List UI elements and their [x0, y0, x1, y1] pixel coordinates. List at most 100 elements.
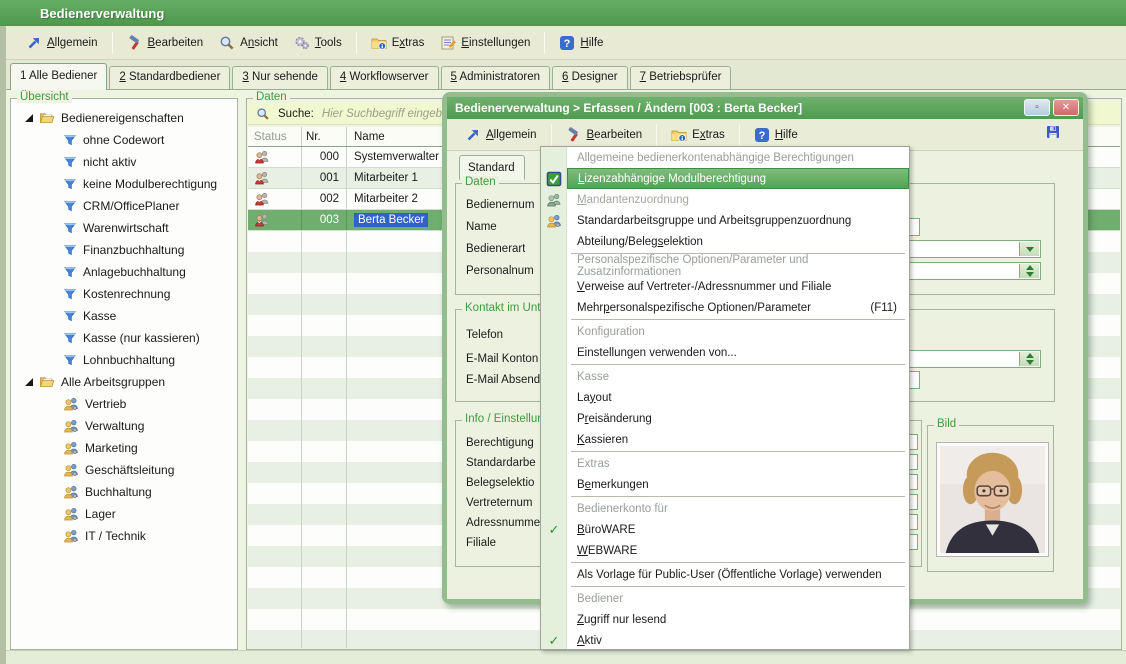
filter-icon [63, 309, 77, 323]
menu-item-allgemein[interactable]: Allgemein [18, 31, 106, 55]
menu-item-als-vorlage-public-user[interactable]: Als Vorlage für Public-User (Öffentliche… [541, 564, 909, 585]
tab-workflowserver[interactable]: 4 Workflowserver [330, 66, 439, 89]
spinner-buttons[interactable] [1019, 352, 1039, 366]
field-label-email-absender: E-Mail Absend [466, 374, 540, 388]
user-photo [936, 442, 1049, 557]
tab-designer[interactable]: 6 Designer [552, 66, 628, 89]
spinner-buttons[interactable] [1019, 264, 1039, 278]
tree-item-bedienereigenschaften[interactable]: Bedienereigenschaften [13, 107, 235, 129]
window-titlebar: Bedienerverwaltung [0, 0, 1126, 26]
field-label-bedienernummer: Bedienernum [466, 199, 534, 213]
tree-item-kasse-nur-kassieren[interactable]: Kasse (nur kassieren) [13, 327, 235, 349]
tree-item-kostenrechnung[interactable]: Kostenrechnung [13, 283, 235, 305]
filter-icon [63, 353, 77, 367]
field-label-name: Name [466, 221, 497, 235]
tree-item-it-technik[interactable]: IT / Technik [13, 525, 235, 547]
overview-panel: Übersicht Bedienereigenschaften ohne Cod… [10, 98, 238, 650]
magnifier-icon [219, 35, 235, 51]
tab-nur-sehende[interactable]: 3 Nur sehende [232, 66, 327, 89]
tab-standardbediener[interactable]: 2 Standardbediener [109, 66, 230, 89]
menubar-divider [656, 124, 657, 146]
portrait-image [940, 446, 1045, 553]
dropdown-button[interactable] [1019, 242, 1039, 256]
users-gray-icon [546, 192, 562, 208]
column-header-status[interactable]: Status [248, 127, 302, 146]
menu-item-einstellungen-verwenden[interactable]: Einstellungen verwenden von... [541, 342, 909, 363]
tree-item-kasse[interactable]: Kasse [13, 305, 235, 327]
settings-page-icon [440, 35, 456, 51]
tree-item-warenwirtschaft[interactable]: Warenwirtschaft [13, 217, 235, 239]
menu-item-preisaenderung[interactable]: Preisänderung [541, 408, 909, 429]
tree-item-ohne-codewort[interactable]: ohne Codewort [13, 129, 235, 151]
menu-item-mehr-optionen[interactable]: Mehr personalspezifische Optionen/Parame… [541, 297, 909, 318]
group-icon [63, 506, 79, 522]
dialog-menu-hilfe[interactable]: Hilfe [746, 123, 806, 147]
menu-item-extras[interactable]: Extras [363, 31, 433, 55]
menu-section-header: Personalspezifische Optionen/Parameter u… [541, 255, 909, 276]
restore-button[interactable]: ▫ [1024, 99, 1050, 116]
menu-item-verweise-vertreter[interactable]: Verweise auf Vertreter-/Adressnummer und… [541, 276, 909, 297]
bottom-strip [6, 650, 1126, 664]
menu-item-einstellungen[interactable]: Einstellungen [432, 31, 538, 55]
folder-info-icon [671, 127, 687, 143]
chevron-down-icon [1026, 247, 1034, 252]
search-input[interactable]: Hier Suchbegriff eingeben [322, 108, 455, 120]
tab-alle-bediener[interactable]: 1 Alle Bediener [10, 63, 107, 90]
tree-item-vertrieb[interactable]: Vertrieb [13, 393, 235, 415]
menu-item-zugriff-nur-lesend[interactable]: Zugriff nur lesend [541, 609, 909, 630]
dialog-menu-extras[interactable]: Extras [663, 123, 733, 147]
tree-item-lager[interactable]: Lager [13, 503, 235, 525]
tree-item-anlagebuchhaltung[interactable]: Anlagebuchhaltung [13, 261, 235, 283]
selected-name-cell: Berta Becker [354, 213, 428, 227]
close-button[interactable]: ✕ [1053, 99, 1079, 116]
dialog-menu-bearbeiten[interactable]: Bearbeiten [558, 123, 651, 147]
tree-item-finanzbuchhaltung[interactable]: Finanzbuchhaltung [13, 239, 235, 261]
menu-item-lizenzabhaengige-modulberechtigung[interactable]: Lizenzabhängige Modulberechtigung [541, 168, 909, 189]
menu-item-standardarbeitsgruppe[interactable]: Standardarbeitsgruppe und Arbeitsgruppen… [541, 210, 909, 231]
tree-item-keine-modulberechtigung[interactable]: keine Modulberechtigung [13, 173, 235, 195]
tab-betriebspruefer[interactable]: 7 Betriebsprüfer [630, 66, 732, 89]
menu-section-header: Extras [541, 453, 909, 474]
menu-item-webware[interactable]: WEBWARE [541, 540, 909, 561]
menu-item-kassieren[interactable]: Kassieren [541, 429, 909, 450]
menu-item-abteilung-belegselektion[interactable]: Abteilung/Belegselektion [541, 231, 909, 252]
menu-item-bearbeiten[interactable]: Bearbeiten [119, 31, 212, 55]
menubar-divider [356, 32, 357, 54]
users-color-icon [546, 213, 562, 229]
tree-item-buchhaltung[interactable]: Buchhaltung [13, 481, 235, 503]
save-icon[interactable] [1045, 124, 1061, 140]
menu-section-header: Konfiguration [541, 321, 909, 342]
tree-item-lohnbuchhaltung[interactable]: Lohnbuchhaltung [13, 349, 235, 371]
user-status-icon [254, 170, 270, 186]
folder-icon [39, 374, 55, 390]
menu-item-ansicht[interactable]: Ansicht [211, 31, 286, 55]
menubar-divider [739, 124, 740, 146]
menu-item-layout[interactable]: Layout [541, 387, 909, 408]
menu-item-aktiv[interactable]: ✓Aktiv [541, 630, 909, 651]
tree-item-marketing[interactable]: Marketing [13, 437, 235, 459]
menu-item-hilfe[interactable]: Hilfe [551, 31, 611, 55]
tree-item-alle-arbeitsgruppen[interactable]: Alle Arbeitsgruppen [13, 371, 235, 393]
menu-item-bemerkungen[interactable]: Bemerkungen [541, 474, 909, 495]
chevron-up-icon [1026, 265, 1034, 270]
tree-item-crm-officeplaner[interactable]: CRM/OfficePlaner [13, 195, 235, 217]
dialog-menu-allgemein[interactable]: Allgemein [457, 123, 545, 147]
folder-info-icon [371, 35, 387, 51]
menu-item-mandantenzuordnung[interactable]: Mandantenzuordnung [541, 189, 909, 210]
search-icon [256, 107, 270, 121]
field-label-bedienerart: Bedienerart [466, 243, 525, 257]
dialog-titlebar[interactable]: Bedienerverwaltung > Erfassen / Ändern [… [447, 97, 1083, 119]
user-status-icon [254, 149, 270, 165]
menu-item-tools[interactable]: Tools [286, 31, 350, 55]
menu-item-buroware[interactable]: ✓BüroWARE [541, 519, 909, 540]
tab-administratoren[interactable]: 5 Administratoren [441, 66, 551, 89]
help-icon [559, 35, 575, 51]
column-header-nr[interactable]: Nr. [302, 127, 347, 146]
tree-item-geschaeftsleitung[interactable]: Geschäftsleitung [13, 459, 235, 481]
main-tabstrip: 1 Alle Bediener 2 Standardbediener 3 Nur… [6, 60, 1126, 90]
filter-icon [63, 265, 77, 279]
tree-item-nicht-aktiv[interactable]: nicht aktiv [13, 151, 235, 173]
tree-item-verwaltung[interactable]: Verwaltung [13, 415, 235, 437]
help-icon [754, 127, 770, 143]
user-status-icon [254, 212, 270, 228]
